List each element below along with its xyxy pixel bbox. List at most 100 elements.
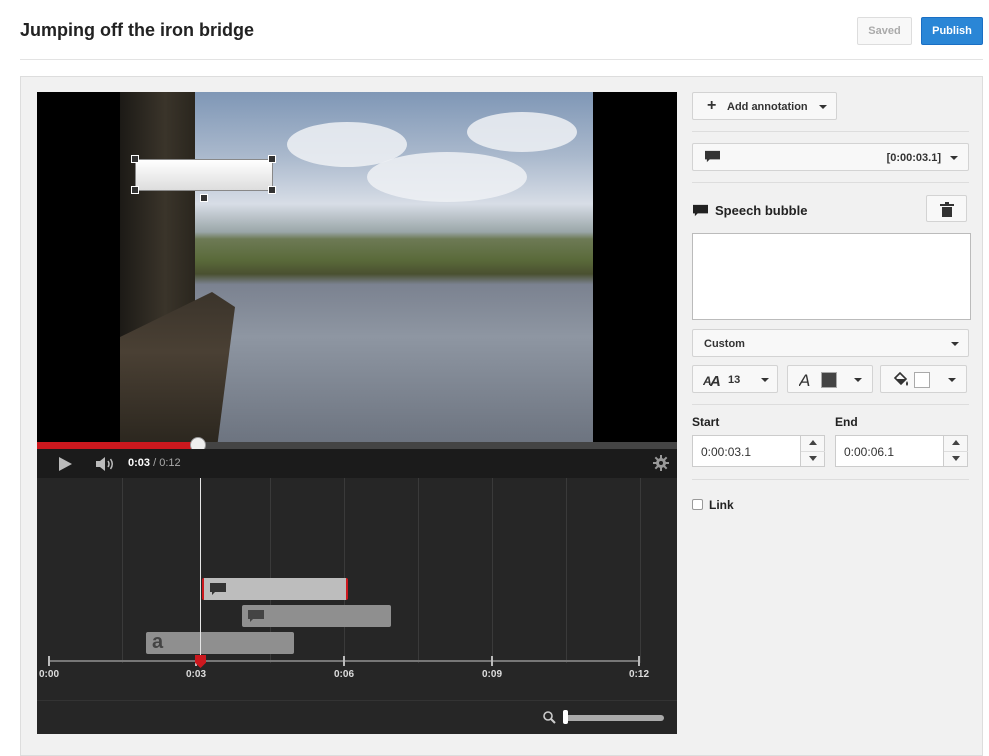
chevron-down-icon — [854, 378, 862, 382]
volume-icon[interactable] — [95, 456, 117, 472]
svg-text:A: A — [799, 371, 810, 388]
progress-fill — [37, 442, 198, 449]
divider — [692, 131, 969, 132]
speech-bubble-annotation[interactable] — [135, 159, 273, 191]
tick-label: 0:09 — [481, 669, 502, 680]
end-time-stepper[interactable] — [943, 436, 968, 466]
ruler-tick — [343, 656, 345, 666]
annotation-track-speech-bubble-selected[interactable] — [202, 578, 348, 600]
font-size-select[interactable]: A A 13 — [692, 365, 778, 393]
grid-line — [344, 478, 345, 663]
annotation-selector-time: [0:00:03.1] — [886, 152, 941, 164]
background-color-select[interactable] — [880, 365, 967, 393]
stepper-divider — [801, 451, 825, 452]
video-title: Jumping off the iron bridge — [20, 20, 254, 40]
chevron-down-icon — [819, 105, 827, 109]
saved-button[interactable]: Saved — [857, 17, 912, 45]
grid-line — [640, 478, 641, 663]
speech-bubble-icon — [248, 610, 264, 622]
tick-label: 0:03 — [185, 669, 206, 680]
ruler-tick — [48, 656, 50, 666]
progress-bar[interactable] — [37, 442, 677, 449]
cloud-shape — [467, 112, 577, 152]
start-time-input[interactable]: 0:00:03.1 — [692, 435, 825, 467]
chevron-down-icon — [761, 378, 769, 382]
font-size-icon: A A — [703, 373, 721, 387]
resize-handle[interactable] — [268, 186, 276, 194]
resize-handle[interactable] — [268, 155, 276, 163]
add-annotation-button[interactable]: + Add annotation — [692, 92, 837, 120]
player-controls: 0:03 / 0:12 — [37, 449, 677, 478]
chevron-down-icon[interactable] — [809, 456, 817, 461]
link-label[interactable]: Link — [709, 498, 734, 512]
style-select[interactable]: Custom — [692, 329, 969, 357]
start-time-stepper[interactable] — [800, 436, 825, 466]
annotation-type-title: Speech bubble — [715, 203, 808, 218]
timeline-position-marker[interactable] — [195, 655, 206, 668]
timeline-playhead — [200, 478, 201, 663]
speech-bubble-icon — [210, 583, 226, 595]
gear-icon[interactable] — [653, 455, 669, 471]
speech-bubble-icon — [693, 204, 708, 217]
annotation-track-title[interactable]: a — [146, 631, 294, 654]
annotation-track-speech-bubble[interactable] — [242, 605, 391, 627]
publish-button[interactable]: Publish — [921, 17, 983, 45]
paint-bucket-icon — [893, 372, 908, 386]
bubble-pointer-handle[interactable] — [200, 194, 208, 202]
divider — [692, 479, 969, 480]
zoom-slider-thumb[interactable] — [563, 710, 568, 724]
chevron-down-icon — [948, 378, 956, 382]
chevron-up-icon[interactable] — [809, 440, 817, 445]
time-separator: / — [153, 457, 157, 469]
chevron-down-icon — [950, 156, 958, 160]
background-color-swatch — [914, 372, 930, 388]
annotation-text-input[interactable] — [692, 233, 971, 320]
timeline-divider — [37, 700, 677, 701]
font-color-swatch — [821, 372, 837, 388]
link-checkbox[interactable] — [692, 499, 703, 510]
header-divider — [20, 59, 983, 60]
end-time-value: 0:00:06.1 — [844, 445, 895, 459]
zoom-slider[interactable] — [564, 715, 664, 721]
grid-line — [122, 478, 123, 663]
time-display: 0:03 / 0:12 — [128, 457, 181, 469]
chevron-down-icon — [951, 342, 959, 346]
resize-handle[interactable] — [131, 186, 139, 194]
current-time: 0:03 — [128, 457, 151, 469]
start-label: Start — [692, 415, 720, 429]
plus-icon: + — [707, 97, 717, 114]
svg-text:A: A — [709, 373, 721, 387]
stepper-divider — [944, 451, 968, 452]
delete-annotation-button[interactable] — [926, 195, 967, 222]
zoom-icon — [543, 711, 556, 724]
tick-label: 0:12 — [628, 669, 649, 680]
font-size-value: 13 — [728, 374, 741, 386]
chevron-down-icon[interactable] — [952, 456, 960, 461]
chevron-up-icon[interactable] — [952, 440, 960, 445]
ruler-tick — [638, 656, 640, 666]
annotation-selector[interactable]: [0:00:03.1] — [692, 143, 969, 171]
end-label: End — [835, 415, 858, 429]
divider — [692, 404, 969, 405]
title-annotation-glyph: a — [152, 631, 164, 653]
grid-line — [566, 478, 567, 663]
tick-label: 0:00 — [38, 669, 59, 680]
ruler-tick — [491, 656, 493, 666]
play-icon[interactable] — [59, 457, 72, 471]
grid-line — [492, 478, 493, 663]
tick-label: 0:06 — [333, 669, 354, 680]
top-bar: Jumping off the iron bridge Saved Publis… — [0, 0, 989, 60]
add-annotation-label: Add annotation — [727, 101, 808, 113]
video-frame[interactable] — [37, 92, 677, 442]
end-time-input[interactable]: 0:00:06.1 — [835, 435, 968, 467]
start-time-value: 0:00:03.1 — [701, 445, 752, 459]
duration: 0:12 — [159, 457, 181, 469]
font-color-icon: A — [799, 371, 810, 388]
style-select-value: Custom — [704, 338, 745, 350]
divider — [692, 182, 969, 183]
font-color-select[interactable]: A — [787, 365, 873, 393]
trash-icon — [940, 202, 954, 217]
resize-handle[interactable] — [131, 155, 139, 163]
annotation-timeline[interactable]: a 0:00 0:03 0:06 0:09 0:12 — [37, 478, 677, 734]
speech-bubble-icon — [705, 150, 720, 163]
